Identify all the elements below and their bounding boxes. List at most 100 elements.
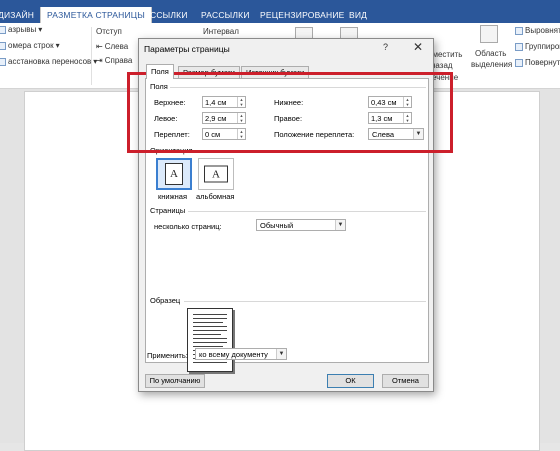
landscape-option[interactable]: A [198,158,234,190]
tab-references[interactable]: ССЫЛКИ [150,7,188,23]
right-margin-input[interactable]: 1,3 см ▲ ▼ [368,112,412,124]
breaks-icon [0,25,6,34]
indent-right-icon: ⇥ [96,56,103,65]
left-margin-input[interactable]: 2,9 см ▲ ▼ [202,112,246,124]
tab-margins[interactable]: Поля [146,64,174,79]
indent-right-label: Справа [104,56,133,65]
chevron-down-icon[interactable]: ▼ [276,349,286,359]
spin-arrows[interactable]: ▲ ▼ [237,97,245,107]
spin-down-icon[interactable]: ▼ [238,102,245,107]
indent-left-label: Слева [104,42,129,51]
spin-down-icon[interactable]: ▼ [404,118,411,123]
tab-view[interactable]: ВИД [349,7,367,23]
right-margin-value: 1,3 см [371,114,393,123]
preview-line [193,362,227,363]
align-icon [515,26,523,35]
send-backward-label-2: назад [431,61,453,70]
cancel-button[interactable]: Отмена [382,374,429,388]
gutter-position-select[interactable]: Слева ▼ [368,128,424,140]
tab-paper-source[interactable]: Источник бумаги [241,66,310,78]
indent-left-icon: ⇤ [96,42,103,51]
section-divider [188,211,426,212]
page-preview [187,308,233,372]
chevron-down-icon[interactable]: ▼ [413,129,423,139]
orientation-section-title: Ориентация [150,146,193,155]
spin-arrows[interactable]: ▲ ▼ [403,97,411,107]
multiple-pages-select[interactable]: Обычный ▼ [256,219,346,231]
portrait-page-icon: A [165,163,183,185]
bottom-margin-value: 0,43 см [371,98,397,107]
ribbon-separator [91,27,92,85]
tab-design[interactable]: ДИЗАЙН [0,7,34,23]
dialog-title: Параметры страницы [144,44,230,54]
portrait-option[interactable]: A [156,158,192,190]
indent-group-label: Отступ [96,27,122,36]
close-button[interactable]: ✕ [413,40,423,54]
bottom-margin-label: Нижнее: [274,98,304,107]
line-numbers-label: омера строк [8,41,54,50]
gutter-input[interactable]: 0 см ▲ ▼ [202,128,246,140]
pages-section-title: Страницы [150,206,186,215]
apply-to-value: ко всему документу [199,350,268,359]
hyphenation-button[interactable]: асстановка переносов ▾ [0,57,97,66]
help-button[interactable]: ? [383,42,388,52]
spin-down-icon[interactable]: ▼ [404,102,411,107]
margins-section-title: Поля [150,82,168,91]
multiple-pages-label: несколько страниц: [154,222,222,231]
top-margin-label: Верхнее: [154,98,186,107]
multiple-pages-value: Обычный [260,221,294,230]
hyphenation-icon [0,57,6,66]
selection-pane-label-1: Область [475,49,507,58]
preview-line [193,322,223,323]
indent-right-control[interactable]: ⇥ Справа [96,56,132,65]
gutter-value: 0 см [205,130,221,139]
apply-to-label: Применить: [147,351,188,360]
tab-page-layout[interactable]: РАЗМЕТКА СТРАНИЦЫ [40,7,153,24]
margins-panel: Поля Верхнее: 1,4 см ▲ ▼ Нижнее: 0,43 см … [145,78,429,372]
align-label: Выровнять [525,26,560,35]
right-margin-label: Правое: [274,114,303,123]
ribbon-tab-bar: ДИЗАЙН РАЗМЕТКА СТРАНИЦЫ ССЫЛКИ РАССЫЛКИ… [0,7,560,24]
tab-mailings[interactable]: РАССЫЛКИ [201,7,250,23]
bottom-margin-input[interactable]: 0,43 см ▲ ▼ [368,96,412,108]
group-label: Группиров [525,42,560,51]
indent-left-control[interactable]: ⇤ Слева [96,42,128,51]
spin-arrows[interactable]: ▲ ▼ [403,113,411,123]
chevron-down-icon: ▾ [55,41,60,50]
top-margin-value: 1,4 см [205,98,227,107]
spin-arrows[interactable]: ▲ ▼ [237,129,245,139]
chevron-down-icon[interactable]: ▼ [335,220,345,230]
gutter-position-label: Положение переплета: [274,130,355,139]
title-bar-strip [0,0,560,7]
preview-line [193,326,227,327]
hyphenation-label: асстановка переносов [8,57,92,66]
apply-to-select[interactable]: ко всему документу ▼ [195,348,287,360]
top-margin-input[interactable]: 1,4 см ▲ ▼ [202,96,246,108]
landscape-page-icon: A [204,165,228,183]
breaks-label: азрывы [8,25,37,34]
spacing-group-label: Интервал [203,27,239,36]
left-margin-value: 2,9 см [205,114,227,123]
tab-paper-size[interactable]: Размер бумаги [178,66,240,78]
preview-line [193,318,227,319]
preview-line [193,314,227,315]
preview-line [193,330,227,331]
section-divider [170,87,426,88]
gutter-label: Переплет: [154,130,190,139]
align-button[interactable]: Выровнять [515,26,560,35]
line-numbers-button[interactable]: омера строк ▾ [0,41,60,50]
tab-review[interactable]: РЕЦЕНЗИРОВАНИЕ [260,7,345,23]
left-margin-label: Левое: [154,114,178,123]
spin-down-icon[interactable]: ▼ [238,134,245,139]
ok-button[interactable]: ОК [327,374,374,388]
spin-arrows[interactable]: ▲ ▼ [237,113,245,123]
selection-pane-icon[interactable] [480,25,498,43]
set-as-default-button[interactable]: По умолчанию [145,374,205,388]
preview-line [193,334,221,335]
breaks-button[interactable]: азрывы ▾ [0,25,42,34]
group-button[interactable]: Группиров [515,42,560,51]
rotate-button[interactable]: Повернуть [515,58,560,67]
spin-down-icon[interactable]: ▼ [238,118,245,123]
gutter-position-value: Слева [372,130,395,139]
rotate-label: Повернуть [525,58,560,67]
